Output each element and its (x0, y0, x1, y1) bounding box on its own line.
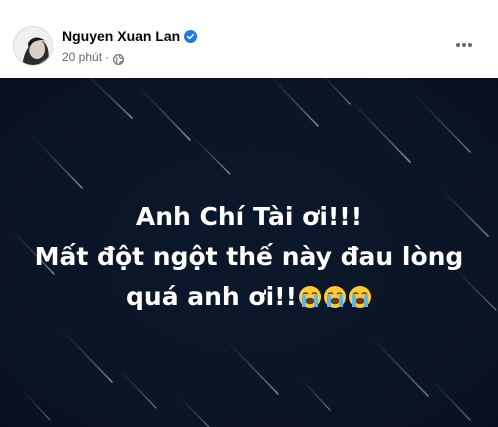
crying-face-icon (298, 281, 322, 308)
caption-line-3: quá anh ơi!! (126, 282, 297, 311)
avatar-photo (14, 27, 52, 65)
post-timestamp[interactable]: 20 phút (62, 49, 102, 65)
post-meta: 20 phút · (62, 49, 124, 65)
crying-face-icon (323, 281, 347, 308)
caption-line-1: Anh Chí Tài ơi!!! (135, 202, 363, 231)
facebook-post: Nguyen Xuan Lan 20 phút · Anh Chí Tài ơi… (0, 0, 498, 427)
more-horizontal-icon (456, 43, 472, 47)
post-image[interactable]: Anh Chí Tài ơi!!! Mất đột ngột thế này đ… (0, 78, 498, 427)
author-name[interactable]: Nguyen Xuan Lan (62, 27, 180, 45)
globe-icon (113, 52, 124, 65)
author-row: Nguyen Xuan Lan (62, 27, 198, 45)
image-caption: Anh Chí Tài ơi!!! Mất đột ngột thế này đ… (0, 197, 498, 317)
verified-badge-icon (184, 29, 198, 43)
post-options-button[interactable] (448, 32, 480, 58)
meta-separator: · (105, 50, 110, 64)
crying-face-icon (348, 281, 372, 308)
post-header: Nguyen Xuan Lan 20 phút · (0, 0, 498, 78)
caption-line-2: Mất đột ngột thế này đau lòng (34, 242, 464, 271)
author-avatar[interactable] (13, 26, 53, 66)
caption-line-3-row: quá anh ơi!! (0, 277, 498, 317)
